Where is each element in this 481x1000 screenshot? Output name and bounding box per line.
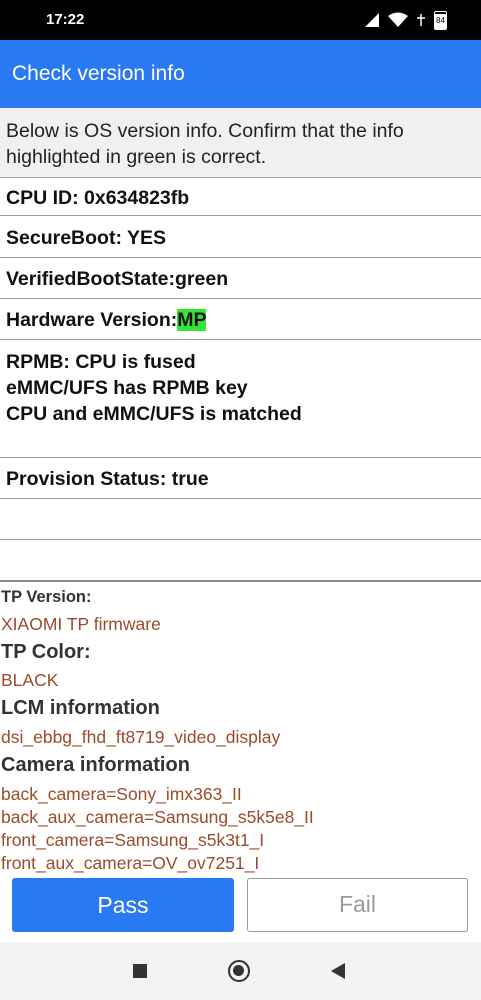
camera-label: Camera information bbox=[1, 754, 190, 776]
camera-item: front_aux_camera=OV_ov7251_I bbox=[1, 853, 260, 873]
camera-item: back_camera=Sony_imx363_II bbox=[1, 784, 242, 804]
hardware-version-value: MP bbox=[177, 309, 207, 331]
secure-boot-text: SecureBoot: YES bbox=[6, 227, 167, 249]
back-icon[interactable] bbox=[331, 963, 345, 979]
rpmb-line-2: eMMC/UFS has RPMB key bbox=[6, 377, 248, 399]
lcm-label: LCM information bbox=[1, 697, 160, 719]
verified-boot-text: VerifiedBootState:green bbox=[6, 268, 229, 290]
cpu-id-row: CPU ID: 0x634823fb bbox=[0, 178, 481, 216]
pass-button[interactable]: Pass bbox=[12, 878, 234, 932]
intro-text: Below is OS version info. Confirm that t… bbox=[0, 108, 481, 178]
status-bar: 17:22 84 bbox=[0, 0, 481, 40]
home-icon[interactable] bbox=[228, 960, 250, 982]
status-icons: 84 bbox=[364, 10, 447, 30]
app-bar: Check version info bbox=[0, 40, 481, 108]
tp-color-value: BLACK bbox=[1, 670, 59, 690]
rpmb-line-3: CPU and eMMC/UFS is matched bbox=[6, 403, 302, 425]
page-title: Check version info bbox=[12, 62, 185, 85]
signal-icon bbox=[365, 13, 379, 27]
intro-line-1: Below is OS version info. Confirm that t… bbox=[6, 120, 404, 142]
battery-level: 84 bbox=[435, 14, 446, 29]
cpu-id-text: CPU ID: 0x634823fb bbox=[6, 187, 190, 209]
hardware-version-label: Hardware Version: bbox=[6, 309, 178, 331]
detail-section bbox=[0, 580, 481, 582]
status-time: 17:22 bbox=[46, 11, 85, 28]
rpmb-line-1: RPMB: CPU is fused bbox=[6, 351, 196, 373]
provision-status-row: Provision Status: true bbox=[0, 458, 481, 499]
empty-row bbox=[0, 499, 481, 540]
fail-button[interactable]: Fail bbox=[247, 878, 468, 932]
alarm-icon bbox=[417, 14, 425, 26]
wifi-icon bbox=[388, 12, 408, 27]
recents-icon[interactable] bbox=[133, 964, 147, 978]
tp-color-label: TP Color: bbox=[1, 641, 91, 663]
navigation-bar bbox=[0, 942, 481, 1000]
rpmb-row: RPMB: CPU is fused eMMC/UFS has RPMB key… bbox=[0, 340, 481, 458]
hardware-version-row: Hardware Version:MP bbox=[0, 299, 481, 340]
lcm-value: dsi_ebbg_fhd_ft8719_video_display bbox=[1, 727, 281, 747]
provision-status-text: Provision Status: true bbox=[6, 468, 209, 490]
tp-version-value: XIAOMI TP firmware bbox=[1, 614, 161, 634]
camera-item: front_camera=Samsung_s5k3t1_I bbox=[1, 830, 265, 850]
camera-item: back_aux_camera=Samsung_s5k5e8_II bbox=[1, 807, 314, 827]
tp-version-label: TP Version: bbox=[1, 588, 92, 606]
battery-icon: 84 bbox=[434, 10, 447, 30]
intro-line-2: highlighted in green is correct. bbox=[6, 146, 267, 168]
secure-boot-row: SecureBoot: YES bbox=[0, 216, 481, 258]
verified-boot-row: VerifiedBootState:green bbox=[0, 258, 481, 299]
